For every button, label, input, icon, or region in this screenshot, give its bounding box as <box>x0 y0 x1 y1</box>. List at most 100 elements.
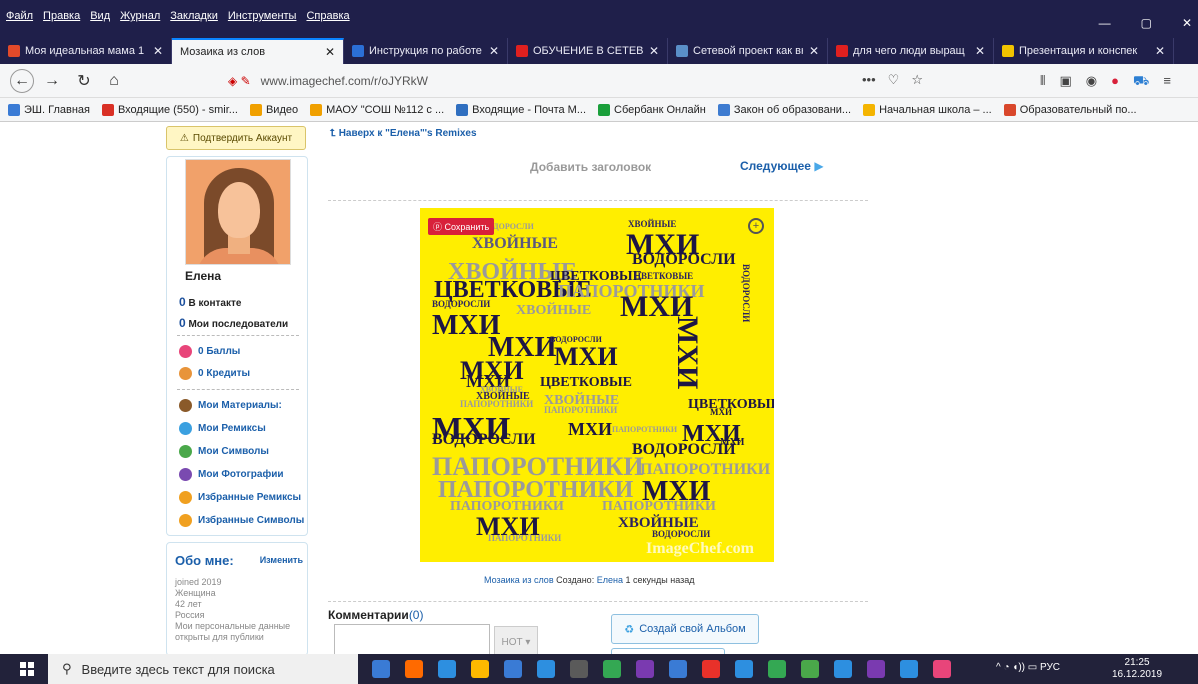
taskbar-app-icon[interactable] <box>735 660 753 678</box>
my-symbols-link[interactable]: Мои Символы <box>179 445 269 458</box>
next-link[interactable]: Следующее ▶ <box>740 159 824 173</box>
taskbar-app-icon[interactable] <box>900 660 918 678</box>
bookmark-label: ЭШ. Главная <box>24 103 90 116</box>
mosaic-word: ХВОЙНЫЕ <box>472 235 558 252</box>
taskbar-app-icon[interactable] <box>504 660 522 678</box>
bookmark-item[interactable]: Входящие - Почта М... <box>456 103 586 116</box>
bookmark-item[interactable]: Образовательный по... <box>1003 103 1137 116</box>
bookmark-item[interactable]: Закон об образовани... <box>717 103 851 116</box>
tab-6[interactable]: Презентация и конспек ✕ <box>994 38 1174 64</box>
edit-link[interactable]: Изменить <box>260 555 303 565</box>
url-bar[interactable]: ◈ ✎ www.imagechef.com/r/oJYRkW <box>228 69 932 93</box>
recycle-icon <box>179 422 192 435</box>
create-album-button[interactable]: ♻ Создай свой Альбом <box>611 614 759 644</box>
extension-icon[interactable]: ◉ <box>1086 73 1097 91</box>
taskbar-app-icon[interactable] <box>537 660 555 678</box>
credits-icon <box>179 367 192 380</box>
bookmark-item[interactable]: Входящие (550) - smir... <box>101 103 238 116</box>
my-photos-link[interactable]: Мои Фотографии <box>179 468 284 481</box>
menu-file[interactable]: Файл <box>6 10 33 22</box>
bookmark-item[interactable]: Видео <box>249 103 298 116</box>
bookmark-item[interactable]: Сбербанк Онлайн <box>598 103 706 116</box>
stat-contacts[interactable]: 0 В контакте <box>179 295 241 309</box>
fav-remixes-link[interactable]: Избранные Ремиксы <box>179 491 301 504</box>
my-remixes-link[interactable]: Мои Ремиксы <box>179 422 266 435</box>
tab-close-icon[interactable]: ✕ <box>153 44 163 58</box>
comment-input[interactable] <box>334 624 490 658</box>
taskbar-app-icon[interactable] <box>834 660 852 678</box>
tab-4[interactable]: Сетевой проект как вне ✕ <box>668 38 828 64</box>
page-actions-icon[interactable]: ••• <box>862 72 876 88</box>
tab-close-icon[interactable]: ✕ <box>809 44 819 58</box>
bookmark-favicon-icon <box>598 103 611 116</box>
reload-button[interactable]: ↻ <box>72 69 96 93</box>
sidebar-icon[interactable]: ▣ <box>1059 73 1071 91</box>
tab-0[interactable]: Моя идеальная мама 1 ✕ <box>0 38 172 64</box>
pocket-icon[interactable]: ♡ <box>888 72 900 88</box>
menu-tools[interactable]: Инструменты <box>228 10 297 22</box>
taskbar-app-icon[interactable] <box>438 660 456 678</box>
tab-close-icon[interactable]: ✕ <box>1155 44 1165 58</box>
tab-close-icon[interactable]: ✕ <box>649 44 659 58</box>
pinterest-icon[interactable]: ● <box>1111 73 1119 91</box>
back-to-remixes-link[interactable]: ⮤ Наверх к "Елена"'s Remixes <box>330 128 477 139</box>
taskbar-app-icon[interactable] <box>570 660 588 678</box>
home-button[interactable]: ⌂ <box>102 69 126 93</box>
taskbar-app-icon[interactable] <box>768 660 786 678</box>
taskbar-app-icon[interactable] <box>372 660 390 678</box>
points-link[interactable]: 0 Баллы <box>179 345 240 358</box>
avatar[interactable] <box>185 159 291 265</box>
tab-close-icon[interactable]: ✕ <box>325 45 335 59</box>
back-button[interactable]: ← <box>10 69 34 93</box>
menu-bookmarks[interactable]: Закладки <box>170 10 218 22</box>
caption-author[interactable]: Елена <box>597 575 623 585</box>
taskbar-app-icon[interactable] <box>867 660 885 678</box>
taskbar-app-icon[interactable] <box>636 660 654 678</box>
stat-followers[interactable]: 0 Мои последователи <box>179 316 288 330</box>
taskbar-app-icon[interactable] <box>603 660 621 678</box>
maximize-button[interactable]: ▢ <box>1141 16 1152 30</box>
clock[interactable]: 21:25 16.12.2019 <box>1112 657 1162 681</box>
close-button[interactable]: ✕ <box>1182 16 1192 30</box>
menu-edit[interactable]: Правка <box>43 10 80 22</box>
tab-1[interactable]: Мозаика из слов ✕ <box>172 38 344 64</box>
tab-2[interactable]: Инструкция по работе ✕ <box>344 38 508 64</box>
taskbar-app-icon[interactable] <box>801 660 819 678</box>
verify-account-button[interactable]: ⚠ Подтвердить Аккаунт <box>166 126 306 150</box>
menu-view[interactable]: Вид <box>90 10 110 22</box>
library-icon[interactable]: ⫴ <box>1040 73 1045 91</box>
bookmark-item[interactable]: МАОУ "СОШ №112 с ... <box>310 103 444 116</box>
credits-link[interactable]: 0 Кредиты <box>179 367 250 380</box>
tab-5[interactable]: для чего люди выращ ✕ <box>828 38 994 64</box>
menu-help[interactable]: Справка <box>306 10 349 22</box>
menu-icon[interactable]: ≡ <box>1163 73 1171 91</box>
fav-symbols-link[interactable]: Избранные Символы <box>179 514 304 527</box>
zoom-icon[interactable]: + <box>748 218 764 234</box>
tab-3[interactable]: ОБУЧЕНИЕ В СЕТЕВЫХ ✕ <box>508 38 668 64</box>
windows-start-icon[interactable] <box>20 662 34 676</box>
taskbar: ⚲ Введите здесь текст для поиска ^ ◔ ◖))… <box>0 654 1198 684</box>
forward-button[interactable]: → <box>40 69 64 93</box>
minimize-button[interactable]: — <box>1099 16 1111 30</box>
bookmark-item[interactable]: Начальная школа – ... <box>863 103 992 116</box>
username[interactable]: Елена <box>185 269 221 283</box>
taskbar-app-icon[interactable] <box>933 660 951 678</box>
taskbar-search[interactable]: ⚲ Введите здесь текст для поиска <box>48 654 358 684</box>
pinterest-save-button[interactable]: ⓟ Сохранить <box>428 218 495 235</box>
cart-icon[interactable]: ⛟ <box>1133 73 1149 91</box>
bookmark-item[interactable]: ЭШ. Главная <box>8 103 90 116</box>
menu-history[interactable]: Журнал <box>120 10 160 22</box>
bookmark-star-icon[interactable]: ☆ <box>911 72 923 88</box>
tab-close-icon[interactable]: ✕ <box>975 44 985 58</box>
tab-close-icon[interactable]: ✕ <box>489 44 499 58</box>
add-title-link[interactable]: Добавить заголовок <box>530 160 651 174</box>
taskbar-app-icon[interactable] <box>405 660 423 678</box>
my-materials-link[interactable]: Мои Материалы: <box>179 399 282 412</box>
taskbar-app-icon[interactable] <box>471 660 489 678</box>
taskbar-app-icon[interactable] <box>669 660 687 678</box>
play-arrow-icon: ▶ <box>814 159 824 173</box>
about-title: Обо мне: <box>175 553 234 568</box>
caption-link[interactable]: Мозаика из слов <box>484 575 554 585</box>
system-tray[interactable]: ^ ◔ ◖)) ▭ РУС <box>996 662 1060 673</box>
taskbar-app-icon[interactable] <box>702 660 720 678</box>
